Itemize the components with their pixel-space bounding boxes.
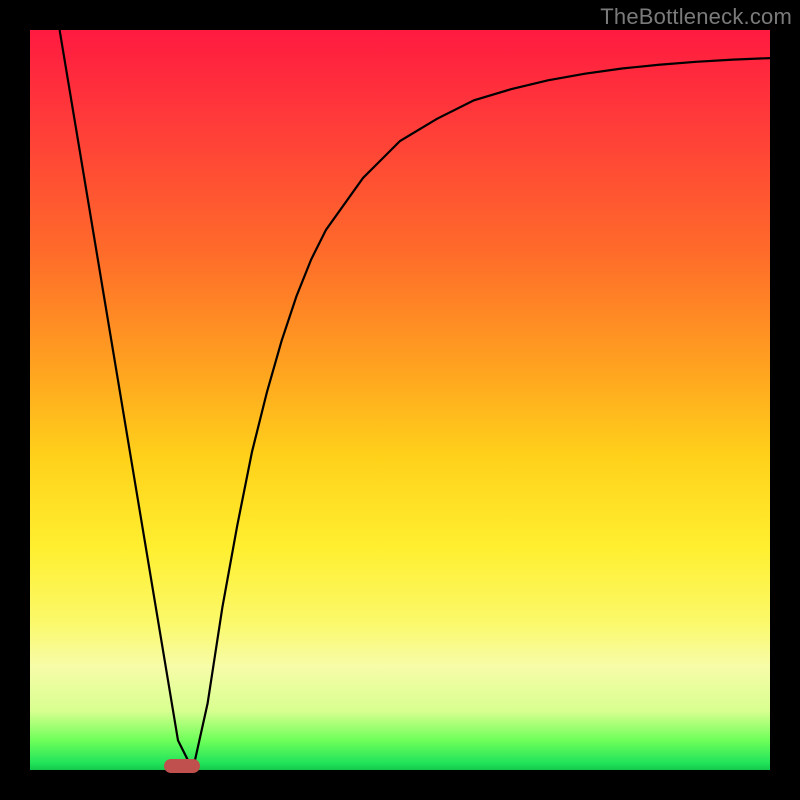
plot-area xyxy=(30,30,770,770)
optimum-marker xyxy=(164,759,200,773)
watermark-text: TheBottleneck.com xyxy=(600,4,792,30)
chart-frame: TheBottleneck.com xyxy=(0,0,800,800)
bottleneck-curve xyxy=(30,30,770,770)
curve-path xyxy=(60,30,770,770)
